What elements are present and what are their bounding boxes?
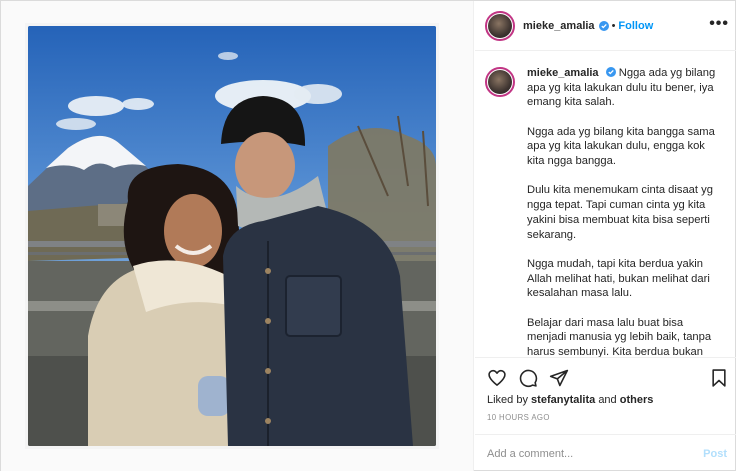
more-options-icon[interactable]: ••• — [709, 15, 729, 33]
avatar-image — [488, 70, 512, 94]
caption-paragraph: Ngga ada yg bilang kita bangga sama apa … — [527, 125, 715, 168]
post-photo[interactable] — [28, 26, 436, 446]
liked-by-user[interactable]: stefanytalita — [531, 394, 595, 406]
photo-frame — [25, 23, 439, 449]
verified-badge-icon — [598, 20, 609, 31]
heart-icon[interactable] — [487, 368, 507, 388]
caption-username[interactable]: mieke_amalia — [527, 67, 599, 79]
caption-row: mieke_amalia Ngga ada yg bilang apa yg k… — [485, 66, 725, 357]
caption-paragraph: Belajar dari masa lalu buat bisa menjadi… — [527, 316, 712, 357]
post-timestamp[interactable]: 10 HOURS AGO — [487, 413, 550, 422]
follow-button[interactable]: Follow — [618, 20, 653, 32]
post-sidebar: mieke_amalia • Follow ••• mieke_amalia N… — [475, 1, 736, 471]
post-actions: Liked by stefanytalita and others 10 HOU… — [475, 357, 736, 471]
likes-prefix: Liked by — [487, 394, 528, 406]
post-media — [1, 1, 474, 471]
photo-illustration — [28, 26, 436, 446]
caption-paragraph: Ngga mudah, tapi kita berdua yakin Allah… — [527, 257, 710, 300]
instagram-post: mieke_amalia • Follow ••• mieke_amalia N… — [0, 0, 736, 471]
author-avatar[interactable] — [485, 10, 515, 41]
caption-paragraph: Dulu kita menemukam cinta disaat yg ngga… — [527, 184, 713, 241]
post-comment-button[interactable]: Post — [703, 448, 727, 460]
likes-summary: Liked by stefanytalita and others — [487, 394, 653, 406]
action-icons — [487, 368, 569, 388]
caption-area: mieke_amalia Ngga ada yg bilang apa yg k… — [475, 52, 736, 357]
author-username[interactable]: mieke_amalia — [523, 20, 595, 32]
comment-input[interactable] — [487, 448, 704, 460]
bookmark-icon[interactable] — [709, 368, 729, 388]
caption-text: mieke_amalia Ngga ada yg bilang apa yg k… — [527, 66, 725, 357]
caption-avatar[interactable] — [485, 67, 515, 97]
verified-badge-icon — [605, 67, 616, 77]
share-icon[interactable] — [549, 368, 569, 388]
likes-and: and — [598, 394, 617, 406]
avatar-image — [488, 13, 512, 38]
comment-icon[interactable] — [518, 368, 538, 388]
post-header: mieke_amalia • Follow ••• — [475, 1, 736, 51]
comment-bar: Post — [475, 434, 736, 471]
separator-dot: • — [611, 19, 616, 32]
likes-others-link[interactable]: others — [620, 394, 654, 406]
